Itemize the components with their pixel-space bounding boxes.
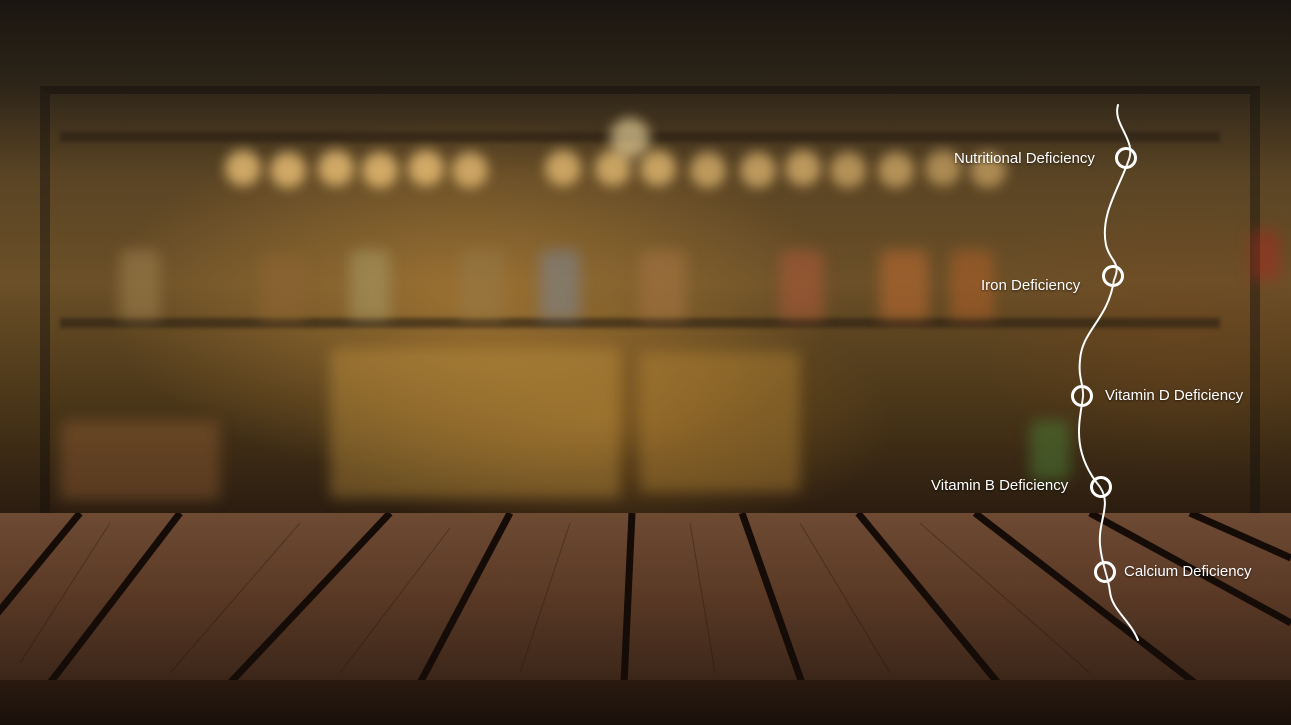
timeline-node-vitamin-d[interactable]	[1071, 385, 1093, 407]
timeline-label-calcium: Calcium Deficiency	[1124, 563, 1252, 580]
timeline-node-vitamin-b[interactable]	[1090, 476, 1112, 498]
timeline-node-nutritional[interactable]	[1115, 147, 1137, 169]
timeline-node-calcium[interactable]	[1094, 561, 1116, 583]
timeline-curve	[1077, 104, 1139, 641]
timeline-label-nutritional: Nutritional Deficiency	[954, 150, 1095, 167]
slide-scene: Nutritional Deficiency Iron Deficiency V…	[0, 0, 1291, 725]
timeline-label-vitamin-b: Vitamin B Deficiency	[931, 477, 1069, 494]
timeline-node-iron[interactable]	[1102, 265, 1124, 287]
deficiency-timeline: Nutritional Deficiency Iron Deficiency V…	[0, 0, 1291, 725]
timeline-label-iron: Iron Deficiency	[981, 277, 1081, 294]
timeline-label-vitamin-d: Vitamin D Deficiency	[1105, 387, 1244, 404]
